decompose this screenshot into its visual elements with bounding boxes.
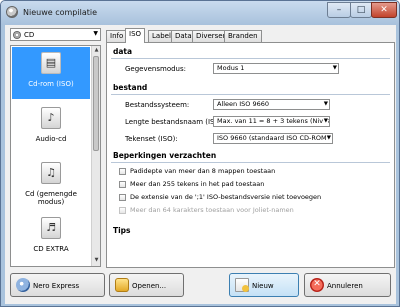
scroll-down-icon[interactable]: ▼ (93, 257, 100, 265)
disc-type-value: CD (24, 31, 35, 39)
disc-type-select[interactable]: CD ▼ (10, 28, 101, 41)
filename-length-select[interactable]: Max. van 11 = 8 + 3 tekens (Niveau 1) ▼ (213, 116, 330, 127)
data-mode-label: Gegevensmodus: (125, 65, 187, 73)
option-label: Meer dan 255 tekens in het pad toestaan (130, 180, 265, 188)
section-divider (111, 58, 390, 59)
option-label: Meer dan 64 karakters toestaan voor Joli… (130, 206, 294, 214)
list-item-label: Cd-rom (ISO) (28, 80, 74, 88)
tab-iso[interactable]: ISO (125, 28, 146, 43)
tab-branden[interactable]: Branden (224, 30, 262, 42)
cd-extra-icon: ♬ (41, 217, 61, 239)
section-divider (111, 162, 390, 163)
close-button[interactable]: ✕ (371, 2, 397, 18)
option-label: De extensie van de ';1' ISO-bestandsvers… (130, 193, 322, 201)
chevron-down-icon: ▼ (331, 64, 337, 73)
data-mode-select[interactable]: Modus 1 ▼ (213, 63, 339, 74)
list-item-cd-extra[interactable]: ♬ CD EXTRA (12, 212, 90, 264)
chevron-down-icon: ▼ (93, 30, 98, 37)
nero-express-button[interactable]: Nero Express (10, 273, 105, 297)
new-document-icon (235, 278, 249, 292)
mixed-mode-icon: ♫ (41, 162, 61, 184)
filename-length-label: Lengte bestandsnaam (ISO): (125, 118, 226, 126)
scroll-up-icon[interactable]: ▲ (93, 47, 100, 55)
section-divider (111, 94, 390, 95)
title-bar[interactable]: Nieuwe compilatie – □ ✕ (1, 1, 399, 25)
checkbox-disabled (119, 207, 126, 214)
list-item-audio-cd[interactable]: ♪ Audio-cd (12, 102, 90, 154)
list-item-label: Cd (gemengde modus) (25, 190, 77, 206)
minimize-button[interactable]: – (327, 2, 351, 18)
data-mode-value: Modus 1 (217, 64, 245, 72)
dialog-content: CD ▼ ▤ Cd-rom (ISO) ♪ Audio-cd ♫ Cd (gem… (5, 25, 396, 304)
option-label: Padidepte van meer dan 8 mappen toestaan (130, 167, 276, 175)
filename-length-value: Max. van 11 = 8 + 3 tekens (Niveau 1) (217, 117, 329, 125)
checkbox[interactable] (119, 168, 126, 175)
data-disc-icon: ▤ (41, 52, 61, 74)
iso-settings-panel: data Gegevensmodus: Modus 1 ▼ bestand Be… (106, 42, 395, 268)
cd-icon (13, 31, 21, 39)
cancel-button[interactable]: ✕ Annuleren (304, 273, 391, 297)
section-title-restrictions: Beperkingen verzachten (113, 151, 217, 160)
list-item-label: CD EXTRA (33, 245, 69, 253)
checkbox[interactable] (119, 181, 126, 188)
maximize-button[interactable]: □ (350, 2, 372, 18)
section-title-data: data (113, 47, 133, 56)
folder-open-icon (115, 278, 129, 292)
dialog-window: Nieuwe compilatie – □ ✕ CD ▼ ▤ Cd-rom (I… (0, 0, 400, 307)
file-system-select[interactable]: Alleen ISO 9660 ▼ (213, 99, 330, 110)
list-item-cd-rom-iso[interactable]: ▤ Cd-rom (ISO) (12, 47, 90, 99)
section-title-tips: Tips (113, 226, 131, 235)
nero-express-icon (16, 278, 30, 292)
button-label: Nero Express (33, 282, 80, 290)
scrollbar-thumb[interactable] (93, 56, 99, 151)
new-button[interactable]: Nieuw (229, 273, 299, 297)
list-item-label: Audio-cd (35, 135, 67, 143)
cancel-x-icon: ✕ (310, 278, 324, 292)
button-label: Openen... (132, 282, 167, 290)
compilation-type-list[interactable]: ▤ Cd-rom (ISO) ♪ Audio-cd ♫ Cd (gemengde… (10, 45, 101, 267)
chevron-down-icon: ▼ (322, 117, 328, 126)
charset-value: ISO 9660 (standaard ISO CD-ROM) (217, 134, 330, 142)
checkbox[interactable] (119, 194, 126, 201)
file-system-value: Alleen ISO 9660 (217, 100, 270, 108)
section-title-file: bestand (113, 83, 148, 92)
open-button[interactable]: Openen... (109, 273, 184, 297)
chevron-down-icon: ▼ (322, 100, 328, 109)
window-title: Nieuwe compilatie (23, 8, 97, 17)
list-scrollbar[interactable]: ▲ ▼ (91, 46, 100, 266)
button-label: Nieuw (252, 282, 274, 290)
file-system-label: Bestandssysteem: (125, 101, 190, 109)
music-note-icon: ♪ (41, 107, 61, 129)
charset-select[interactable]: ISO 9660 (standaard ISO CD-ROM) ▼ (213, 133, 333, 144)
chevron-down-icon: ▼ (325, 134, 331, 143)
charset-label: Tekenset (ISO): (125, 135, 178, 143)
button-label: Annuleren (327, 282, 363, 290)
nero-app-icon (6, 6, 18, 18)
list-item-mixed-mode-cd[interactable]: ♫ Cd (gemengde modus) (12, 157, 90, 209)
